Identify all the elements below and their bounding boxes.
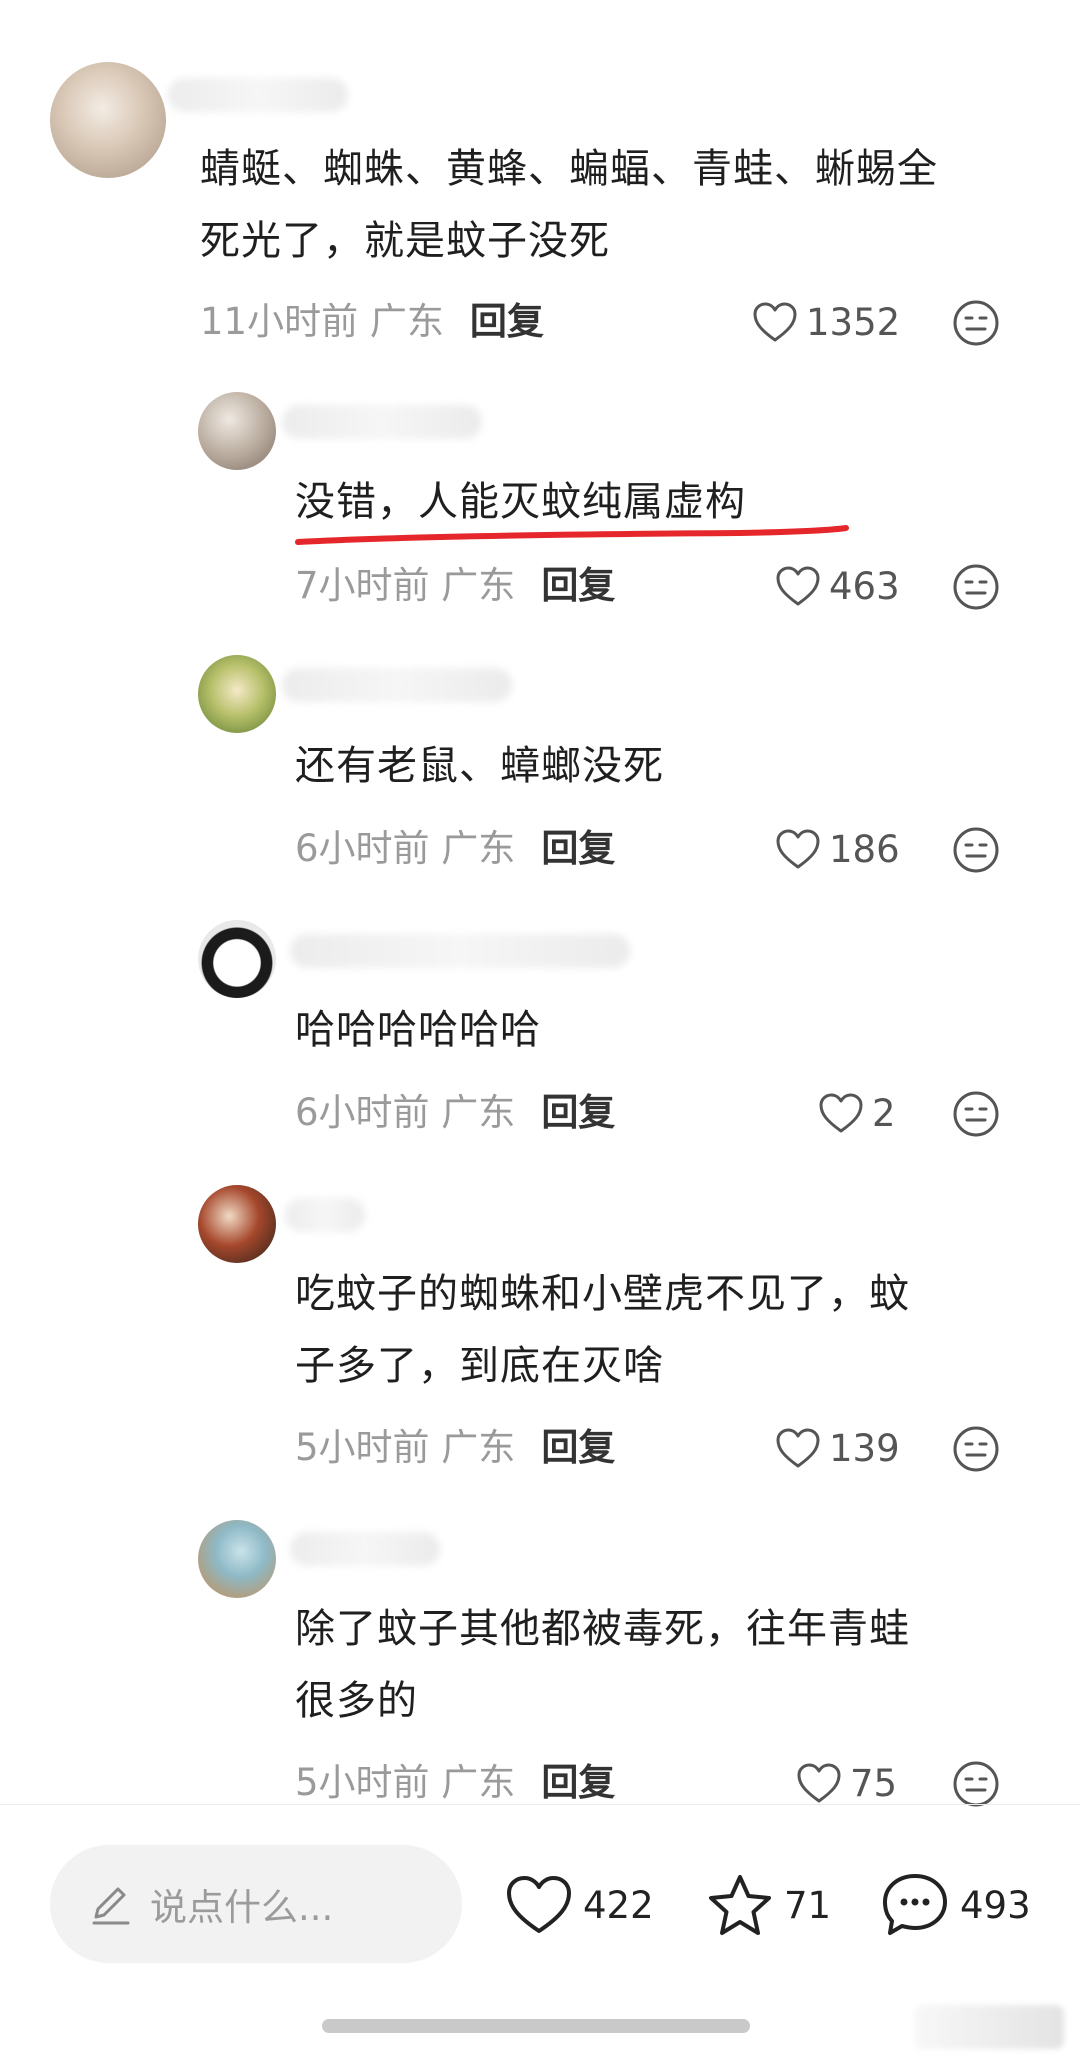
star-icon [709,1875,771,1935]
like-count: 2 [872,1091,896,1135]
heart-icon [797,1763,841,1803]
username-blurred[interactable] [290,934,630,968]
comment-text-line: 除了蚊子其他都被毒死，往年青蛙 [295,1606,910,1652]
comment-time-location: 7小时前 广东 [295,564,516,607]
comment-text-line: 很多的 [295,1678,418,1724]
comment-text-line: 子多了，到底在灭啥 [295,1343,664,1389]
red-underline-annotation [295,525,849,545]
comment-meta: 11小时前 广东 回复 [200,292,544,352]
heart-icon [776,829,820,869]
comment-text-line: 哈哈哈哈哈哈 [295,1007,541,1053]
comments-button[interactable]: 493 [880,1870,1031,1940]
username-blurred[interactable] [285,1198,365,1232]
reply-button[interactable]: 回复 [541,827,615,870]
comment-meta: 6小时前 广东 回复 [295,819,615,879]
reply-button[interactable]: 回复 [541,564,615,607]
watermark-blurred [914,2005,1064,2049]
like-count: 75 [850,1761,898,1805]
username-blurred[interactable] [290,1532,440,1566]
like-button[interactable]: 463 [775,556,900,616]
like-count: 463 [829,564,900,608]
like-button[interactable]: 186 [775,819,900,879]
comment-text-line: 还有老鼠、蟑螂没死 [295,743,664,789]
emoji-reaction-icon[interactable] [951,298,1001,348]
comment-text: 哈哈哈哈哈哈 [295,994,1035,1066]
heart-icon [819,1093,863,1133]
like-button[interactable]: 2 [818,1083,896,1143]
emoji-reaction-icon[interactable] [951,1759,1001,1809]
comment-text: 除了蚊子其他都被毒死，往年青蛙 很多的 [295,1593,1055,1737]
comment-meta: 6小时前 广东 回复 [295,1083,615,1143]
avatar[interactable] [198,1520,276,1598]
like-count: 186 [829,827,900,871]
reply-button[interactable]: 回复 [541,1426,615,1469]
comment-time-location: 11小时前 广东 [200,300,444,343]
reply-button[interactable]: 回复 [470,300,544,343]
avatar[interactable] [198,392,276,470]
home-indicator[interactable] [322,2019,750,2033]
comment-time-location: 5小时前 广东 [295,1426,516,1469]
avatar[interactable] [198,655,276,733]
comment-bubble-icon [883,1874,947,1935]
comment-input-placeholder: 说点什么... [150,1886,334,1929]
like-count: 139 [829,1426,900,1470]
comment-meta: 7小时前 广东 回复 [295,556,615,616]
reply-button[interactable]: 回复 [541,1091,615,1134]
avatar[interactable] [198,1185,276,1263]
comment-time-location: 6小时前 广东 [295,1091,516,1134]
comment-input[interactable]: 说点什么... [50,1845,462,1963]
emoji-reaction-icon[interactable] [951,562,1001,612]
username-blurred[interactable] [282,405,482,439]
heart-icon [776,566,820,606]
reply-button[interactable]: 回复 [541,1761,615,1804]
heart-icon [776,1428,820,1468]
comment-text-line: 吃蚊子的蜘蛛和小壁虎不见了，蚊 [295,1271,910,1317]
post-like-count: 422 [583,1883,654,1927]
like-count: 1352 [806,300,901,344]
comment-text-line: 蜻蜓、蜘蛛、黄蜂、蝙蝠、青蛙、蜥蜴全 [200,146,938,192]
comment-text: 还有老鼠、蟑螂没死 [295,730,1035,802]
username-blurred[interactable] [168,78,348,112]
comment-time-location: 6小时前 广东 [295,827,516,870]
emoji-reaction-icon[interactable] [951,1424,1001,1474]
avatar[interactable] [198,920,276,998]
emoji-reaction-icon[interactable] [951,825,1001,875]
comment-meta: 5小时前 广东 回复 [295,1418,615,1478]
pencil-icon [92,1887,130,1925]
heart-icon [507,1876,571,1933]
comment-count: 493 [960,1883,1031,1927]
heart-icon [753,302,797,342]
comment-text-line: 死光了，就是蚊子没死 [200,218,610,264]
comment-text: 蜻蜓、蜘蛛、黄蜂、蝙蝠、青蛙、蜥蜴全 死光了，就是蚊子没死 [200,133,1040,277]
username-blurred[interactable] [282,668,512,702]
favorite-count: 71 [784,1883,832,1927]
comment-time-location: 5小时前 广东 [295,1761,516,1804]
emoji-reaction-icon[interactable] [951,1089,1001,1139]
bottom-bar-divider [0,1804,1080,1805]
comment-text: 吃蚊子的蜘蛛和小壁虎不见了，蚊 子多了，到底在灭啥 [295,1258,1055,1402]
avatar[interactable] [50,62,166,178]
favorite-button[interactable]: 71 [706,1870,831,1940]
like-button[interactable]: 139 [775,1418,900,1478]
like-button[interactable]: 1352 [752,292,900,352]
like-post-button[interactable]: 422 [505,1870,654,1940]
